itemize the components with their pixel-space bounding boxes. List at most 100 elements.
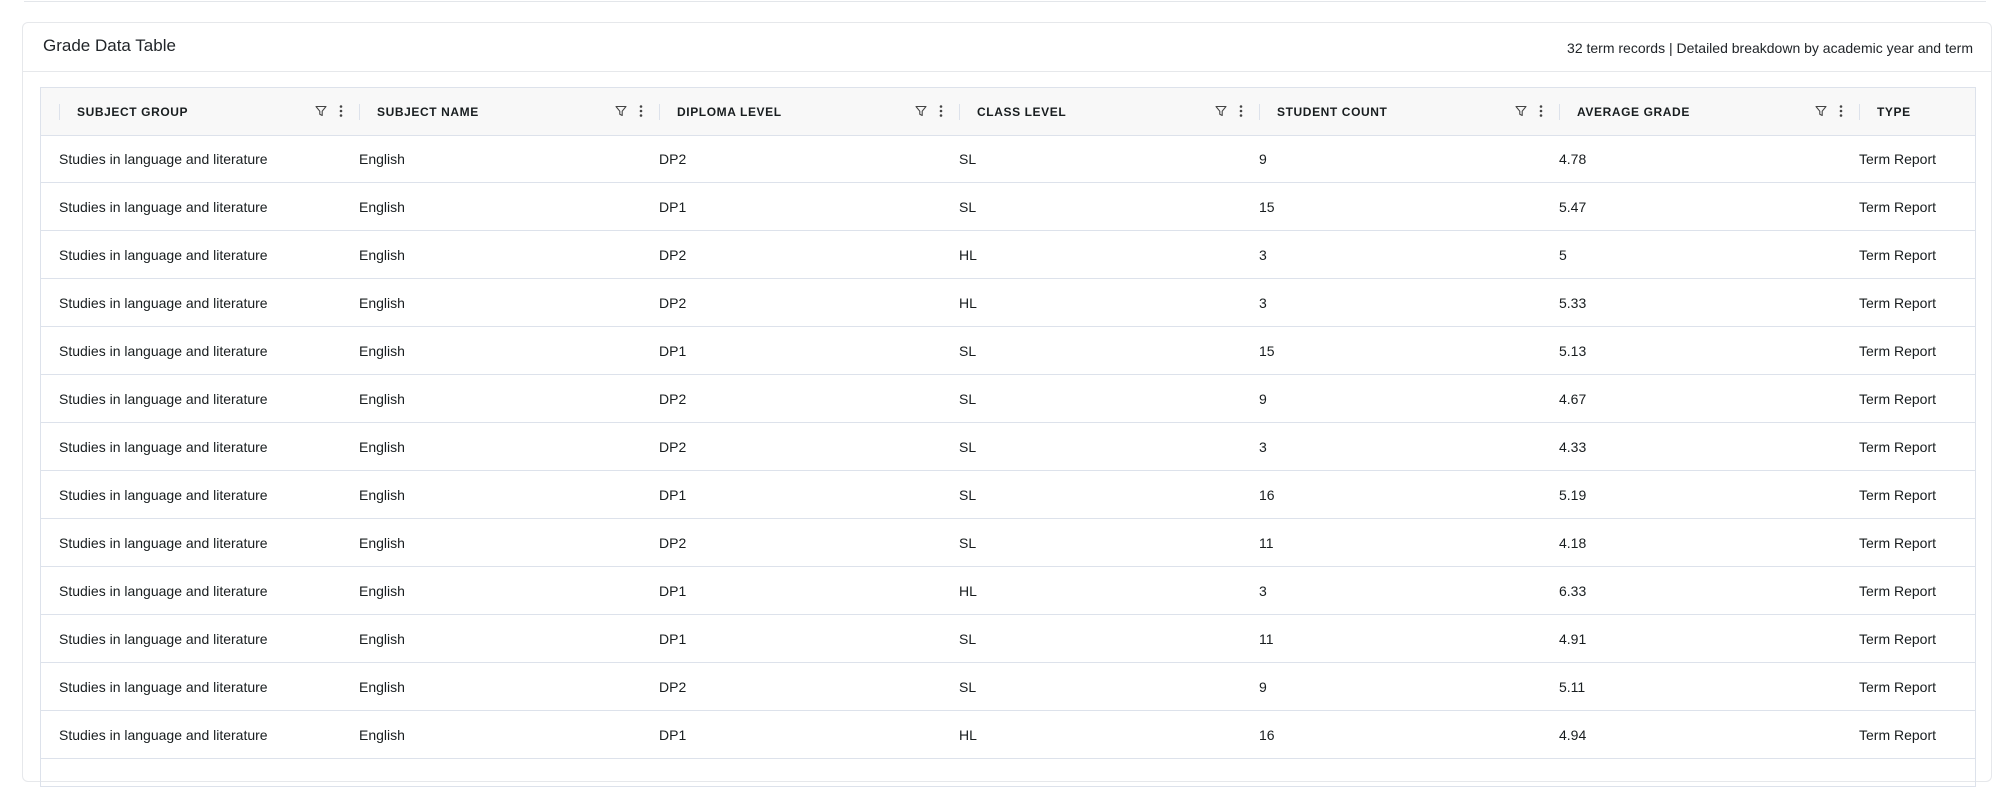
grade-data-card: Grade Data Table 32 term records | Detai… xyxy=(22,22,1992,787)
table-row[interactable]: Studies in language and literature Englis… xyxy=(41,520,1975,567)
column-resize-handle[interactable] xyxy=(359,104,360,120)
cell-type: Term Report xyxy=(1859,535,1937,551)
column-header-label: SUBJECT NAME xyxy=(377,105,479,119)
cell-subject-group: Studies in language and literature xyxy=(59,343,268,359)
table-row[interactable]: Studies in language and literature Englis… xyxy=(41,712,1975,759)
table-row[interactable]: Studies in language and literature Englis… xyxy=(41,664,1975,711)
vertical-ellipsis-icon[interactable] xyxy=(335,103,347,119)
cell-type: Term Report xyxy=(1859,583,1937,599)
cell-average-grade: 5.33 xyxy=(1559,295,1587,311)
cell-class-level: HL xyxy=(959,583,977,599)
cell-subject-name: English xyxy=(359,535,405,551)
column-resize-handle[interactable] xyxy=(659,104,660,120)
cell-average-grade: 4.33 xyxy=(1559,439,1587,455)
table-row[interactable]: Studies in language and literature Englis… xyxy=(41,280,1975,327)
cell-subject-group: Studies in language and literature xyxy=(59,247,268,263)
cell-student-count: 16 xyxy=(1259,727,1275,743)
column-header-label: SUBJECT GROUP xyxy=(77,105,189,119)
table-row[interactable]: Studies in language and literature Englis… xyxy=(41,136,1975,183)
column-resize-handle[interactable] xyxy=(1559,104,1560,120)
vertical-ellipsis-icon[interactable] xyxy=(1535,103,1547,119)
column-resize-handle[interactable] xyxy=(959,104,960,120)
cell-class-level: HL xyxy=(959,247,977,263)
column-header-type[interactable]: TYPE xyxy=(1859,88,1975,136)
cell-subject-group: Studies in language and literature xyxy=(59,679,268,695)
filter-icon[interactable] xyxy=(913,103,929,119)
cell-class-level: SL xyxy=(959,631,977,647)
vertical-ellipsis-icon[interactable] xyxy=(635,103,647,119)
cell-average-grade: 4.94 xyxy=(1559,727,1587,743)
table-row[interactable]: Studies in language and literature Englis… xyxy=(41,232,1975,279)
column-header-average-grade[interactable]: AVERAGE GRADE xyxy=(1559,88,1859,136)
cell-student-count: 3 xyxy=(1259,295,1267,311)
cell-type: Term Report xyxy=(1859,487,1937,503)
cell-diploma-level: DP1 xyxy=(659,727,687,743)
card-header: Grade Data Table 32 term records | Detai… xyxy=(23,23,1991,72)
filter-icon[interactable] xyxy=(613,103,629,119)
cell-type: Term Report xyxy=(1859,679,1937,695)
cell-subject-group: Studies in language and literature xyxy=(59,199,268,215)
filter-icon[interactable] xyxy=(1213,103,1229,119)
table-row[interactable]: Studies in language and literature Englis… xyxy=(41,184,1975,231)
cell-diploma-level: DP2 xyxy=(659,679,687,695)
column-resize-handle[interactable] xyxy=(1259,104,1260,120)
cell-student-count: 3 xyxy=(1259,583,1267,599)
cell-subject-name: English xyxy=(359,439,405,455)
cell-diploma-level: DP1 xyxy=(659,487,687,503)
card-title: Grade Data Table xyxy=(43,36,176,55)
cell-type: Term Report xyxy=(1859,295,1937,311)
table-row[interactable]: Studies in language and literature Englis… xyxy=(41,472,1975,519)
cell-diploma-level: DP2 xyxy=(659,439,687,455)
cell-type: Term Report xyxy=(1859,247,1937,263)
cell-student-count: 9 xyxy=(1259,151,1267,167)
column-header-diploma-level[interactable]: DIPLOMA LEVEL xyxy=(659,88,959,136)
cell-average-grade: 5.47 xyxy=(1559,199,1587,215)
cell-average-grade: 5 xyxy=(1559,247,1567,263)
vertical-ellipsis-icon[interactable] xyxy=(1235,103,1247,119)
column-resize-handle[interactable] xyxy=(59,104,60,120)
cell-diploma-level: DP1 xyxy=(659,343,687,359)
cell-class-level: SL xyxy=(959,439,977,455)
cell-student-count: 3 xyxy=(1259,439,1267,455)
vertical-ellipsis-icon[interactable] xyxy=(1835,103,1847,119)
cell-student-count: 3 xyxy=(1259,247,1267,263)
cell-subject-name: English xyxy=(359,391,405,407)
cell-class-level: SL xyxy=(959,151,977,167)
table-row[interactable]: Studies in language and literature Englis… xyxy=(41,424,1975,471)
column-header-label: CLASS LEVEL xyxy=(977,105,1067,119)
filter-icon[interactable] xyxy=(313,103,329,119)
cell-average-grade: 4.67 xyxy=(1559,391,1587,407)
table-row[interactable]: Studies in language and literature Englis… xyxy=(41,568,1975,615)
column-header-subject-name[interactable]: SUBJECT NAME xyxy=(359,88,659,136)
cell-type: Term Report xyxy=(1859,727,1937,743)
table-row[interactable]: Studies in language and literature Englis… xyxy=(41,376,1975,423)
cell-type: Term Report xyxy=(1859,439,1937,455)
cell-subject-group: Studies in language and literature xyxy=(59,151,268,167)
cell-subject-name: English xyxy=(359,295,405,311)
table-row[interactable]: Studies in language and literature Englis… xyxy=(41,328,1975,375)
table-row[interactable]: Studies in language and literature Englis… xyxy=(41,616,1975,663)
cell-type: Term Report xyxy=(1859,631,1937,647)
cell-average-grade: 6.33 xyxy=(1559,583,1587,599)
cell-subject-group: Studies in language and literature xyxy=(59,535,268,551)
column-header-subject-group[interactable]: SUBJECT GROUP xyxy=(59,88,359,136)
cell-subject-name: English xyxy=(359,727,405,743)
vertical-ellipsis-icon[interactable] xyxy=(935,103,947,119)
column-header-student-count[interactable]: STUDENT COUNT xyxy=(1259,88,1559,136)
column-header-label: AVERAGE GRADE xyxy=(1577,105,1690,119)
column-resize-handle[interactable] xyxy=(1859,104,1860,120)
grade-data-grid: SUBJECT GROUP SUBJECT NAME DIPLOMA LEVEL CL… xyxy=(40,87,1976,787)
column-header-class-level[interactable]: CLASS LEVEL xyxy=(959,88,1259,136)
cell-class-level: SL xyxy=(959,343,977,359)
filter-icon[interactable] xyxy=(1513,103,1529,119)
previous-card-bottom-edge xyxy=(24,0,1986,2)
cell-average-grade: 5.13 xyxy=(1559,343,1587,359)
cell-diploma-level: DP2 xyxy=(659,391,687,407)
cell-class-level: SL xyxy=(959,487,977,503)
cell-diploma-level: DP1 xyxy=(659,631,687,647)
cell-subject-name: English xyxy=(359,343,405,359)
cell-class-level: SL xyxy=(959,679,977,695)
filter-icon[interactable] xyxy=(1813,103,1829,119)
cell-subject-group: Studies in language and literature xyxy=(59,631,268,647)
cell-subject-group: Studies in language and literature xyxy=(59,295,268,311)
